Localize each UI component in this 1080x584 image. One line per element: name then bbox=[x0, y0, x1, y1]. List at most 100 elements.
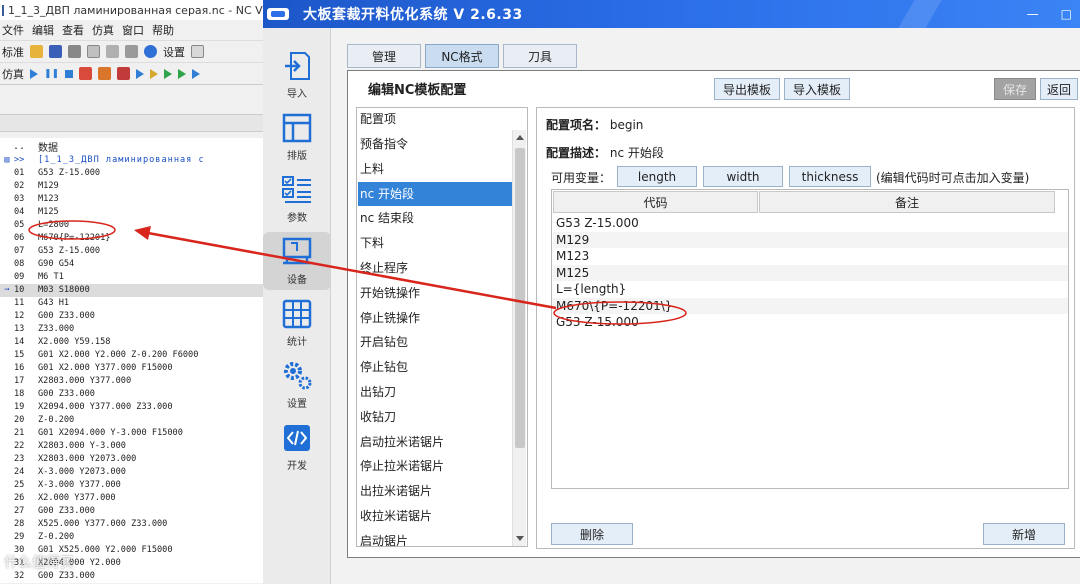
skip-icon[interactable] bbox=[192, 68, 201, 79]
scroll-down-icon[interactable] bbox=[516, 536, 524, 541]
code-line[interactable]: 04 M125 bbox=[0, 206, 263, 219]
scroll-thumb[interactable] bbox=[515, 148, 525, 448]
config-item[interactable]: 开始铣操作 bbox=[358, 281, 512, 306]
toolbar-settings-label[interactable]: 设置 bbox=[163, 44, 185, 60]
config-item[interactable]: 终止程序 bbox=[358, 256, 512, 281]
stop-icon[interactable] bbox=[65, 69, 74, 78]
code-table-row[interactable]: G53 Z-15.000 bbox=[553, 314, 1068, 331]
play-icon[interactable] bbox=[30, 68, 38, 79]
tab-tools[interactable]: 刀具 bbox=[503, 44, 577, 68]
add-button[interactable]: 新增 bbox=[983, 523, 1065, 545]
code-line[interactable]: 08 G90 G54 bbox=[0, 258, 263, 271]
config-item[interactable]: 停止拉米诺锯片 bbox=[358, 454, 512, 479]
config-item[interactable]: 停止铣操作 bbox=[358, 306, 512, 331]
sidebar-item-layout[interactable]: 排版 bbox=[263, 108, 331, 166]
open-folder-icon[interactable] bbox=[30, 45, 43, 58]
menu-view[interactable]: 查看 bbox=[60, 22, 90, 38]
code-line[interactable]: ➞ 10 M03 S18000 bbox=[0, 284, 263, 297]
code-table-row[interactable]: M123 bbox=[553, 248, 1068, 265]
pause-icon[interactable]: ❚❚ bbox=[44, 69, 59, 79]
sidebar-item-stats[interactable]: 统计 bbox=[263, 294, 331, 352]
menu-window[interactable]: 窗口 bbox=[120, 22, 150, 38]
config-item[interactable]: 出拉米诺锯片 bbox=[358, 479, 512, 504]
sim-flag-icon[interactable] bbox=[117, 67, 131, 80]
print-icon[interactable] bbox=[68, 45, 81, 58]
config-item[interactable]: 下料 bbox=[358, 231, 512, 256]
tool-icon[interactable] bbox=[125, 45, 138, 58]
code-line[interactable]: 19 X2094.000 Y377.000 Z33.000 bbox=[0, 401, 263, 414]
back-button[interactable]: 返回 bbox=[1040, 78, 1078, 100]
config-item[interactable]: nc 开始段 bbox=[358, 181, 512, 207]
code-table-row[interactable]: G53 Z-15.000 bbox=[553, 215, 1068, 232]
code-table-row[interactable]: M125 bbox=[553, 264, 1068, 281]
code-line[interactable]: 21 G01 X2094.000 Y-3.000 F15000 bbox=[0, 427, 263, 440]
col-note-header[interactable]: 备注 bbox=[759, 191, 1055, 213]
run-to-end-icon[interactable] bbox=[178, 68, 187, 79]
config-item[interactable]: 收拉米诺锯片 bbox=[358, 504, 512, 529]
code-line[interactable]: 06 M670{P=-12201} bbox=[0, 232, 263, 245]
save-icon[interactable] bbox=[49, 45, 62, 58]
sim-tool-icon[interactable] bbox=[98, 67, 112, 80]
menu-edit[interactable]: 编辑 bbox=[30, 22, 60, 38]
code-table-row[interactable]: M670\{P=-12201\} bbox=[553, 297, 1068, 314]
var-length-button[interactable]: length bbox=[617, 166, 697, 187]
code-line[interactable]: 11 G43 H1 bbox=[0, 297, 263, 310]
sim-reset-icon[interactable] bbox=[79, 67, 93, 80]
save-button[interactable]: 保存 bbox=[994, 78, 1036, 100]
code-line[interactable]: 14 X2.000 Y59.158 bbox=[0, 336, 263, 349]
code-line[interactable]: 02 M129 bbox=[0, 180, 263, 193]
help-icon[interactable] bbox=[144, 45, 157, 58]
sidebar-item-device[interactable]: 设备 bbox=[263, 232, 331, 290]
paste-icon[interactable] bbox=[106, 45, 119, 58]
code-line[interactable]: 12 G00 Z33.000 bbox=[0, 310, 263, 323]
col-code-header[interactable]: 代码 bbox=[553, 191, 758, 213]
code-line[interactable]: 01 G53 Z-15.000 bbox=[0, 167, 263, 180]
code-line[interactable]: 03 M123 bbox=[0, 193, 263, 206]
config-item[interactable]: 收钻刀 bbox=[358, 405, 512, 430]
code-line[interactable]: 17 X2803.000 Y377.000 bbox=[0, 375, 263, 388]
code-line[interactable]: 25 X-3.000 Y377.000 bbox=[0, 479, 263, 492]
code-table-row[interactable]: M129 bbox=[553, 231, 1068, 248]
code-list-file-row[interactable]: ▤ >> [1_1_3_ДВП ламинированная с bbox=[0, 154, 263, 167]
scroll-up-icon[interactable] bbox=[516, 135, 524, 140]
config-item[interactable]: 开启钻包 bbox=[358, 330, 512, 355]
var-width-button[interactable]: width bbox=[703, 166, 783, 187]
code-line[interactable]: 18 G00 Z33.000 bbox=[0, 388, 263, 401]
export-template-button[interactable]: 导出模板 bbox=[714, 78, 780, 100]
minimize-button[interactable]: — bbox=[1027, 7, 1039, 21]
code-line[interactable]: 28 X525.000 Y377.000 Z33.000 bbox=[0, 518, 263, 531]
menu-help[interactable]: 帮助 bbox=[150, 22, 180, 38]
code-line[interactable]: 05 L=2800 bbox=[0, 219, 263, 232]
menu-simulate[interactable]: 仿真 bbox=[90, 22, 120, 38]
step-over-icon[interactable] bbox=[150, 68, 159, 79]
code-list[interactable]: ▤ >> [1_1_3_ДВП ламинированная с 01 G53 Z-15… bbox=[0, 154, 263, 583]
code-line[interactable]: 23 X2803.000 Y2073.000 bbox=[0, 453, 263, 466]
config-item[interactable]: nc 结束段 bbox=[358, 206, 512, 231]
tab-manage[interactable]: 管理 bbox=[347, 44, 421, 68]
config-item[interactable]: 预备指令 bbox=[358, 132, 512, 157]
import-template-button[interactable]: 导入模板 bbox=[784, 78, 850, 100]
copy-icon[interactable] bbox=[87, 45, 100, 58]
config-list-scrollbar[interactable] bbox=[512, 130, 526, 546]
code-line[interactable]: 29 Z-0.200 bbox=[0, 531, 263, 544]
code-table-row[interactable]: L={length} bbox=[553, 281, 1068, 298]
code-line[interactable]: 22 X2803.000 Y-3.000 bbox=[0, 440, 263, 453]
sidebar-item-import[interactable]: 导入 bbox=[263, 46, 331, 104]
var-thickness-button[interactable]: thickness bbox=[789, 166, 871, 187]
sidebar-item-settings[interactable]: 设置 bbox=[263, 356, 331, 414]
maximize-button[interactable]: □ bbox=[1061, 7, 1072, 21]
window-icon[interactable] bbox=[191, 45, 204, 58]
config-item[interactable]: 停止钻包 bbox=[358, 355, 512, 380]
code-line[interactable]: 26 X2.000 Y377.000 bbox=[0, 492, 263, 505]
code-line[interactable]: 09 M6 T1 bbox=[0, 271, 263, 284]
code-line[interactable]: 15 G01 X2.000 Y2.000 Z-0.200 F6000 bbox=[0, 349, 263, 362]
code-line[interactable]: 16 G01 X2.000 Y377.000 F15000 bbox=[0, 362, 263, 375]
code-line[interactable]: 24 X-3.000 Y2073.000 bbox=[0, 466, 263, 479]
config-item[interactable]: 启动锯片 bbox=[358, 529, 512, 546]
sidebar-item-params[interactable]: 参数 bbox=[263, 170, 331, 228]
config-item[interactable]: 上料 bbox=[358, 157, 512, 182]
code-line[interactable]: 07 G53 Z-15.000 bbox=[0, 245, 263, 258]
step-icon[interactable] bbox=[136, 68, 145, 79]
fast-forward-icon[interactable] bbox=[164, 68, 173, 79]
code-line[interactable]: 20 Z-0.200 bbox=[0, 414, 263, 427]
